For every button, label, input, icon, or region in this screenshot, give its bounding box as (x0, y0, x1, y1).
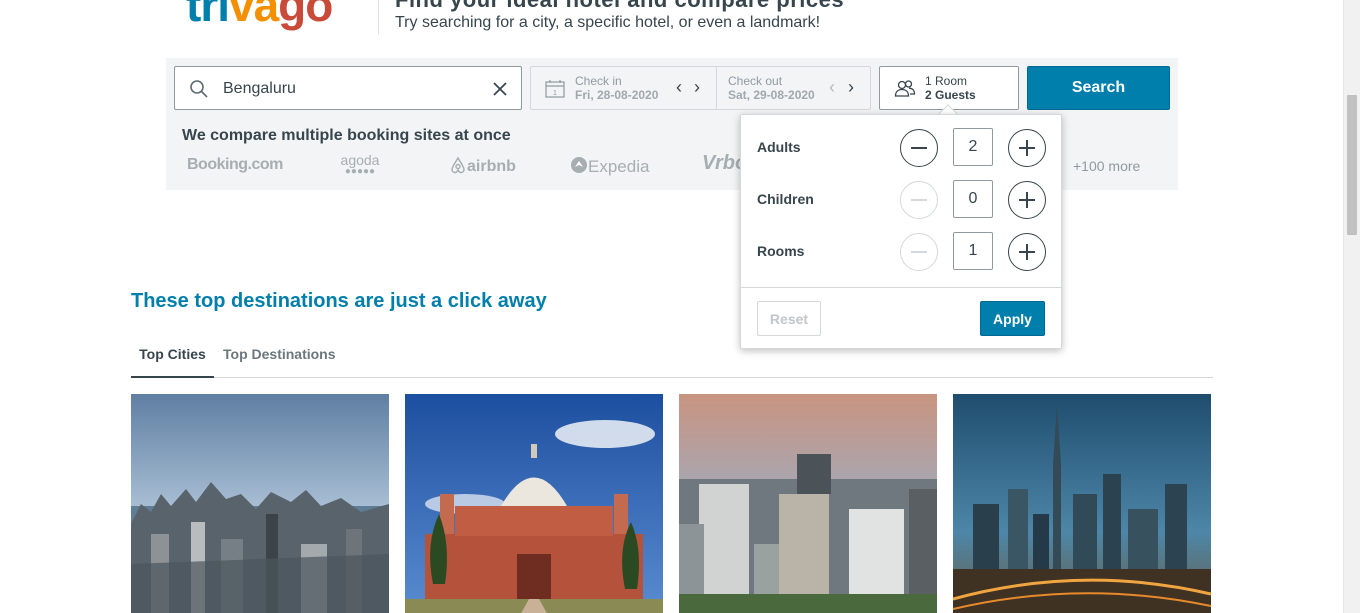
search-button[interactable]: Search (1027, 66, 1170, 110)
partner-expedia-text: Expedia (588, 157, 650, 176)
search-icon (190, 80, 208, 98)
partner-logo-booking: Booking.com (187, 156, 283, 173)
adults-label: Adults (757, 139, 801, 155)
minus-icon (911, 147, 927, 149)
tab-top-cities[interactable]: Top Cities (131, 338, 214, 378)
rooms-decrease-button[interactable] (900, 233, 938, 271)
rooms-count[interactable]: 1 (953, 232, 993, 270)
rooms-summary: 1 Room (925, 74, 968, 88)
partner-logo-airbnb: airbnb (449, 156, 516, 176)
compare-title: We compare multiple booking sites at onc… (182, 127, 511, 144)
skyscrapers-image (953, 394, 1211, 613)
popup-divider (741, 287, 1061, 288)
guests-summary: 2 Guests (925, 88, 976, 102)
date-picker[interactable]: 1 Check in Fri, 28-08-2020 ‹ › Check out… (530, 66, 871, 110)
destinations-heading: These top destinations are just a click … (131, 290, 547, 312)
page-headline: Find your ideal hotel and compare prices (395, 0, 844, 13)
adults-increase-button[interactable] (1008, 129, 1046, 167)
checkout-next-icon[interactable]: › (844, 78, 858, 96)
logo-part-1: tri (186, 0, 230, 31)
checkin-prev-icon[interactable]: ‹ (672, 78, 686, 96)
city-dusk-image (679, 394, 937, 613)
adults-decrease-button[interactable] (900, 129, 938, 167)
apply-button[interactable]: Apply (980, 301, 1045, 336)
monument-image (405, 394, 663, 613)
tab-top-destinations[interactable]: Top Destinations (223, 338, 336, 378)
more-partners-link[interactable]: +100 more (1073, 158, 1140, 174)
checkout-value: Sat, 29-08-2020 (728, 88, 815, 102)
destination-card-skyscrapers[interactable] (953, 394, 1211, 613)
header-divider (378, 0, 379, 34)
guests-selector[interactable]: 1 Room 2 Guests (879, 66, 1019, 110)
rooms-label: Rooms (757, 243, 805, 259)
logo-part-2: va (229, 0, 279, 31)
guest-room-popup: Adults 2 Children 0 Rooms 1 Reset Apply (740, 114, 1062, 349)
rooms-row: Rooms 1 (741, 232, 1061, 272)
airbnb-icon (451, 156, 465, 174)
trivago-logo[interactable]: trivago (186, 0, 333, 32)
children-count[interactable]: 0 (953, 180, 993, 218)
destination-card-city-dusk[interactable] (679, 394, 937, 613)
rooms-increase-button[interactable] (1008, 233, 1046, 271)
page: Find your ideal hotel and compare prices… (0, 0, 1360, 613)
search-tagline: Try searching for a city, a specific hot… (395, 14, 821, 31)
expedia-icon (571, 157, 587, 173)
reset-button[interactable]: Reset (757, 301, 821, 336)
destination-card-city-skyline[interactable] (131, 394, 389, 613)
scrollbar-thumb[interactable] (1347, 95, 1357, 235)
checkin-field[interactable]: 1 Check in Fri, 28-08-2020 ‹ › (531, 67, 717, 109)
page-scrollbar[interactable] (1343, 0, 1360, 613)
plus-icon-vertical (1026, 192, 1028, 208)
plus-icon-vertical (1026, 140, 1028, 156)
clear-icon[interactable] (490, 79, 510, 99)
plus-icon-vertical (1026, 244, 1028, 260)
people-icon (894, 80, 916, 97)
minus-icon (911, 251, 927, 253)
children-label: Children (757, 191, 814, 207)
partner-airbnb-text: airbnb (467, 158, 516, 175)
partner-logo-expedia: Expedia (570, 156, 649, 177)
city-skyline-image (131, 394, 389, 613)
calendar-icon: 1 (545, 80, 565, 98)
partner-logo-agoda: agoda ●●●●● (337, 153, 383, 178)
children-row: Children 0 (741, 180, 1061, 220)
adults-row: Adults 2 (741, 128, 1061, 168)
logo-part-3: go (278, 0, 333, 31)
adults-count[interactable]: 2 (953, 128, 993, 166)
checkin-next-icon[interactable]: › (690, 78, 704, 96)
destination-card-monument[interactable] (405, 394, 663, 613)
checkout-field[interactable]: Check out Sat, 29-08-2020 ‹ › (717, 67, 870, 109)
checkout-label: Check out (728, 74, 783, 88)
children-decrease-button[interactable] (900, 181, 938, 219)
checkout-prev-icon[interactable]: ‹ (825, 78, 839, 96)
destination-input[interactable] (223, 77, 483, 101)
checkin-label: Check in (575, 74, 622, 88)
checkin-value: Fri, 28-08-2020 (575, 88, 659, 102)
destination-field[interactable] (174, 66, 522, 110)
children-increase-button[interactable] (1008, 181, 1046, 219)
svg-text:1: 1 (553, 90, 557, 97)
minus-icon (911, 199, 927, 201)
